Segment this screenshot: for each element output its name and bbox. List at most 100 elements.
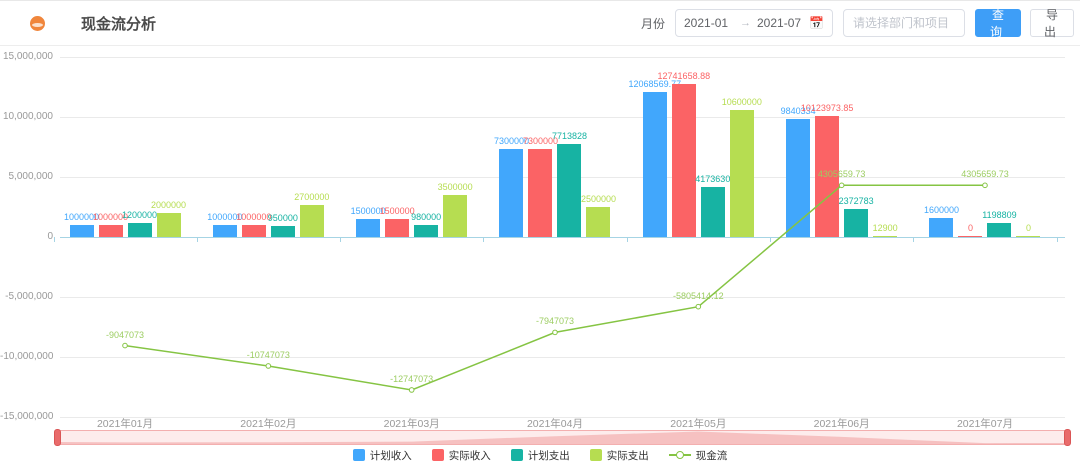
x-axis-tick (913, 237, 914, 242)
bar-actual-expense (300, 205, 324, 237)
datazoom-slider[interactable] (57, 430, 1068, 445)
x-axis-tick (627, 237, 628, 242)
bar-planned-income (356, 219, 380, 237)
datazoom-wrap (0, 430, 1080, 445)
date-end-input[interactable] (757, 16, 807, 30)
chart-legend: 计划收入 实际收入 计划支出 实际支出 现金流 (0, 447, 1080, 463)
legend-item-actual-income[interactable]: 实际收入 (432, 448, 491, 463)
cashflow-point (983, 183, 988, 188)
x-axis-label: 2021年04月 (505, 416, 605, 431)
cashflow-point (696, 304, 701, 309)
legend-item-planned-expense[interactable]: 计划支出 (511, 448, 570, 463)
x-axis-tick (340, 237, 341, 242)
bar-planned-income (643, 92, 667, 237)
x-axis-label: 2021年01月 (75, 416, 175, 431)
gridline (60, 357, 1065, 358)
gridline (60, 117, 1065, 118)
bar-value-label: 7713828 (524, 131, 614, 141)
x-axis-label: 2021年05月 (648, 416, 748, 431)
bar-planned-expense (271, 226, 295, 237)
legend-item-cashflow[interactable]: 现金流 (669, 448, 728, 463)
datazoom-shadow (57, 431, 1066, 444)
y-axis-tick-label: 0 (0, 231, 53, 242)
date-range-picker[interactable]: → 📅 (675, 9, 833, 37)
legend-line-swatch (669, 450, 691, 460)
bar-actual-expense (1016, 236, 1040, 238)
legend-swatch (590, 449, 602, 461)
export-button[interactable]: 导出 (1030, 9, 1074, 37)
cashflow-point (123, 343, 128, 348)
app-logo-icon (30, 16, 45, 31)
bar-value-label: 10123973.85 (782, 103, 872, 113)
cashflow-value-label: -9047073 (75, 330, 175, 340)
bar-value-label: 2700000 (267, 192, 357, 202)
bar-value-label: 2500000 (553, 194, 643, 204)
legend-label: 计划支出 (528, 448, 570, 463)
cashflow-point (266, 364, 271, 369)
y-axis-tick-label: -5,000,000 (0, 291, 53, 302)
chart-area: 15,000,000 10,000,000 5,000,000 0 -5,000,000… (0, 46, 1080, 427)
bar-value-label: 1198809 (954, 210, 1044, 220)
x-axis-label: 2021年07月 (935, 416, 1035, 431)
x-axis-tick (483, 237, 484, 242)
x-axis-tick (770, 237, 771, 242)
cashflow-value-label: 4305659.73 (792, 169, 892, 179)
legend-item-planned-income[interactable]: 计划收入 (353, 448, 412, 463)
legend-circle-icon (676, 451, 684, 459)
cashflow-point (553, 330, 558, 335)
bar-actual-income (99, 225, 123, 237)
cashflow-point (839, 183, 844, 188)
bar-value-label: 2000000 (124, 200, 214, 210)
bar-value-label: 12900 (840, 223, 930, 233)
x-axis-label: 2021年06月 (792, 416, 892, 431)
department-project-input[interactable] (843, 9, 965, 37)
bar-value-label: 2372783 (811, 196, 901, 206)
legend-label: 实际支出 (607, 448, 649, 463)
cashflow-value-label: -10747073 (218, 350, 318, 360)
header-bar: 现金流分析 月份 → 📅 查询 导出 (0, 0, 1080, 46)
legend-label: 计划收入 (370, 448, 412, 463)
bar-actual-expense (443, 195, 467, 237)
cashflow-value-label: -12747073 (362, 374, 462, 384)
bar-actual-expense (730, 110, 754, 237)
bar-planned-income (213, 225, 237, 237)
x-axis-tick (54, 237, 55, 242)
bar-planned-income (70, 225, 94, 237)
datazoom-handle-left[interactable] (54, 429, 61, 446)
bar-planned-expense (701, 187, 725, 237)
bar-value-label: 0 (983, 223, 1073, 233)
legend-swatch (432, 449, 444, 461)
bar-planned-income (499, 149, 523, 237)
legend-swatch (353, 449, 365, 461)
query-button[interactable]: 查询 (975, 9, 1021, 37)
datazoom-handle-right[interactable] (1064, 429, 1071, 446)
legend-label: 现金流 (696, 448, 728, 463)
y-axis-tick-label: 10,000,000 (0, 111, 53, 122)
bar-value-label: 12741658.88 (639, 71, 729, 81)
page-title: 现金流分析 (81, 13, 156, 34)
x-axis-tick (197, 237, 198, 242)
bar-actual-expense (586, 207, 610, 237)
bar-actual-expense (157, 213, 181, 237)
cashflow-value-label: 4305659.73 (935, 169, 1035, 179)
x-axis-tick (1057, 237, 1058, 242)
bar-actual-income (958, 236, 982, 238)
calendar-icon: 📅 (809, 17, 824, 29)
y-axis-tick-label: -15,000,000 (0, 411, 53, 422)
y-axis-tick-label: 15,000,000 (0, 51, 53, 62)
x-axis-label: 2021年03月 (362, 416, 462, 431)
legend-item-actual-expense[interactable]: 实际支出 (590, 448, 649, 463)
bar-actual-income (242, 225, 266, 237)
bar-planned-expense (557, 144, 581, 237)
range-arrow-icon: → (740, 17, 751, 29)
bar-actual-expense (873, 236, 897, 238)
cashflow-value-label: -7947073 (505, 316, 605, 326)
bar-value-label: 10600000 (697, 97, 787, 107)
bar-planned-expense (414, 225, 438, 237)
cashflow-value-label: -5805414.12 (648, 291, 748, 301)
bar-actual-income (528, 149, 552, 237)
date-start-input[interactable] (684, 16, 734, 30)
y-axis-tick-label: 5,000,000 (0, 171, 53, 182)
cashflow-point (409, 388, 414, 393)
gridline (60, 57, 1065, 58)
